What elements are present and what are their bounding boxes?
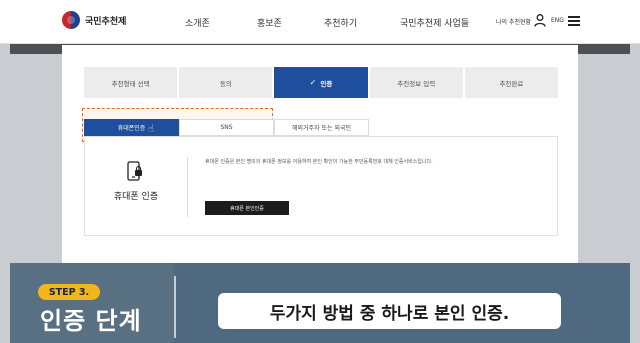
logo-text: 국민추천제	[85, 16, 127, 27]
nav-item-promo[interactable]: 홍보존	[257, 16, 282, 29]
phone-lock-icon	[127, 161, 142, 181]
panel-title: 휴대폰 인증	[113, 192, 159, 202]
tab-sns-auth[interactable]: SNS	[179, 119, 274, 136]
tab-phone-auth[interactable]: 휴대폰인증	[84, 119, 179, 136]
step-agree: 동의	[179, 67, 275, 98]
caption-divider	[174, 276, 176, 338]
caption-text: 두가지 방법 중 하나로 본인 인증.	[218, 293, 561, 329]
hamburger-menu-icon[interactable]	[568, 16, 580, 26]
step-select-type: 추천형태 선택	[84, 67, 180, 98]
taegeuk-logo-icon	[62, 11, 80, 29]
check-icon: ✓	[309, 78, 317, 87]
language-toggle[interactable]: ENG	[551, 17, 564, 24]
stage-title: 인증 단계	[40, 307, 142, 335]
auth-description: 휴대폰 인증은 본인 명의의 휴대폰 정보를 이용하여 본인 확인이 가능한 주…	[205, 159, 433, 165]
my-recommend-link[interactable]: 나의 추천현황	[496, 17, 531, 26]
nav-item-intro[interactable]: 소개존	[185, 16, 210, 29]
pointer-cursor-icon: ☝	[148, 124, 155, 135]
nav-item-recommend[interactable]: 추천하기	[324, 16, 357, 29]
progress-steps: 추천형태 선택 동의 ✓ 인증 추천정보 입력 추천완료	[84, 67, 559, 98]
user-icon[interactable]	[534, 14, 546, 27]
phone-auth-panel: 휴대폰 인증 휴대폰 인증은 본인 명의의 휴대폰 정보를 이용하여 본인 확인…	[84, 136, 558, 236]
step-verify: ✓ 인증	[274, 67, 370, 98]
panel-header: 휴대폰 인증	[85, 137, 187, 235]
phone-auth-button[interactable]: 휴대폰 본인인증	[205, 201, 289, 215]
panel-divider	[187, 157, 188, 217]
step-complete: 추천완료	[464, 67, 559, 98]
auth-method-tabs: 휴대폰인증 SNS 해외거주자 또는 외국인	[84, 119, 369, 136]
tab-overseas-auth[interactable]: 해외거주자 또는 외국인	[274, 119, 369, 136]
nav-item-programs[interactable]: 국민추천제 사업들	[400, 16, 469, 29]
step-enter-info: 추천정보 입력	[369, 67, 465, 98]
step-badge: STEP 3.	[38, 284, 100, 300]
site-logo[interactable]: 국민추천제	[62, 11, 126, 29]
site-header: 국민추천제 소개존 홍보존 추천하기 국민추천제 사업들 나의 추천현황 ENG	[0, 0, 640, 44]
